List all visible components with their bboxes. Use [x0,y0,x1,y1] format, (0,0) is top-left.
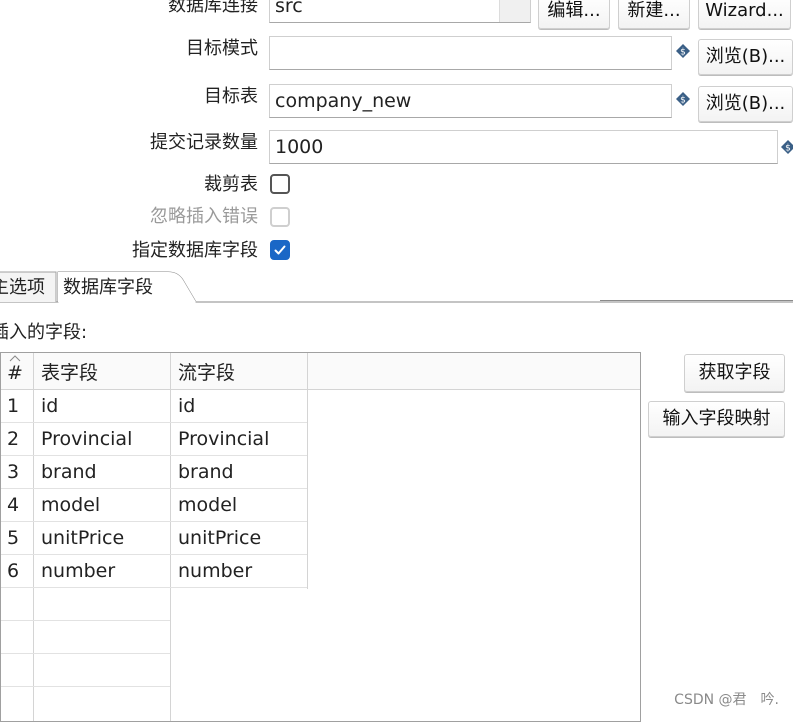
tab-main-options[interactable]: 主选项 [0,276,45,300]
variable-icon[interactable]: $ [675,91,691,107]
new-connection-button[interactable]: 新建... [618,0,690,29]
edit-connection-button[interactable]: 编辑... [538,0,610,29]
row-index: 6 [7,560,20,582]
connection-label: 数据库连接 [168,0,258,16]
specify-fields-label: 指定数据库字段 [132,240,258,261]
target-table-value: company_new [275,90,412,112]
get-fields-button[interactable]: 获取字段 [684,354,785,392]
ignore-errors-checkbox[interactable] [270,207,290,227]
column-header-table-field[interactable]: 表字段 [41,357,166,389]
row-index: 2 [7,428,20,450]
commit-size-value: 1000 [275,136,324,158]
svg-text:$: $ [680,96,686,106]
fields-section-title: 插入的字段: [0,322,88,343]
table-field-cell[interactable]: brand [41,456,166,488]
truncate-label: 裁剪表 [204,174,258,195]
row-index: 1 [7,395,20,417]
tab-database-fields[interactable]: 数据库字段 [63,276,153,300]
column-header-stream-field[interactable]: 流字段 [178,357,303,389]
dropdown-arrow-icon[interactable] [499,0,530,22]
stream-field-cell[interactable]: model [178,489,303,521]
ignore-errors-label: 忽略插入错误 [150,206,258,227]
checkmark-icon [274,245,286,255]
stream-field-cell[interactable]: id [178,390,303,422]
connection-value: src [275,0,303,17]
target-table-input[interactable]: company_new [269,84,672,118]
target-schema-input[interactable] [269,36,672,70]
specify-fields-checkbox[interactable] [270,240,290,260]
connection-select[interactable]: src [269,0,531,23]
target-schema-label: 目标模式 [186,38,258,59]
variable-icon[interactable]: $ [780,139,793,155]
commit-size-label: 提交记录数量 [150,132,258,153]
wizard-button[interactable]: Wizard... [698,0,791,29]
svg-text:$: $ [785,144,791,154]
target-table-label: 目标表 [204,86,258,107]
truncate-checkbox[interactable] [270,174,290,194]
stream-field-cell[interactable]: unitPrice [178,522,303,554]
table-field-cell[interactable]: Provincial [41,423,166,455]
row-index: 5 [7,527,20,549]
row-index: 4 [7,494,20,516]
svg-text:$: $ [680,48,686,58]
table-field-cell[interactable]: model [41,489,166,521]
commit-size-input[interactable]: 1000 [269,130,778,164]
table-field-cell[interactable]: number [41,555,166,587]
column-header-index[interactable]: # [7,357,31,389]
table-field-cell[interactable]: id [41,390,166,422]
stream-field-cell[interactable]: number [178,555,303,587]
watermark: CSDN @君 吟. [674,692,779,708]
table-field-cell[interactable]: unitPrice [41,522,166,554]
fields-table: # 表字段 流字段 1 id id 2 Provincial Provincia… [0,352,641,722]
variable-icon[interactable]: $ [675,43,691,59]
browse-table-button[interactable]: 浏览(B)... [698,86,793,122]
browse-schema-button[interactable]: 浏览(B)... [698,39,793,75]
row-index: 3 [7,461,20,483]
stream-field-cell[interactable]: brand [178,456,303,488]
stream-field-cell[interactable]: Provincial [178,423,303,455]
input-field-mapping-button[interactable]: 输入字段映射 [648,401,785,437]
